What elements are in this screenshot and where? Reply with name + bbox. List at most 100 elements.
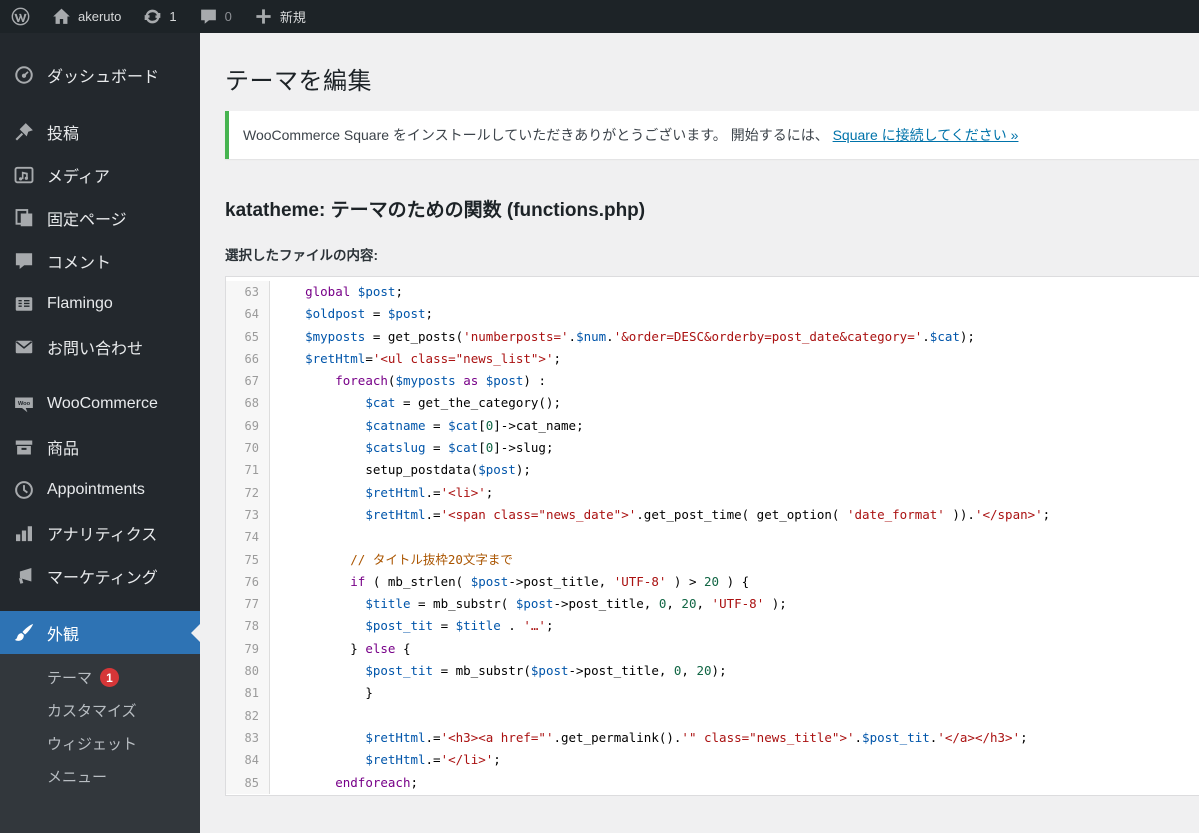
paintbrush-icon — [14, 623, 34, 643]
sidebar-item-pages[interactable]: 固定ページ — [0, 196, 200, 239]
site-name-menu[interactable]: akeruto — [41, 0, 132, 33]
submenu-item-customize[interactable]: カスタマイズ — [0, 694, 200, 727]
submenu-item-label: ウィジェット — [47, 736, 138, 753]
code-line-text: endforeach; — [335, 774, 419, 790]
sidebar-item-label: WooCommerce — [47, 394, 158, 412]
sidebar-item-appearance[interactable]: 外観 — [0, 611, 200, 654]
comment-icon — [14, 251, 34, 271]
new-content-menu[interactable]: 新規 — [243, 0, 317, 33]
sidebar-item-label: お問い合わせ — [47, 340, 144, 358]
sidebar-group-appointments: Appointments — [0, 468, 200, 511]
appearance-submenu: テーマ 1 カスタマイズウィジェットメニュー — [0, 654, 200, 833]
media-icon — [14, 165, 34, 185]
sidebar-item-label: Appointments — [47, 480, 145, 498]
code-line: 69 $catname = $cat[0]->cat_name; — [226, 414, 1199, 438]
new-content-label: 新規 — [279, 10, 306, 25]
sidebar-item-posts[interactable]: 投稿 — [0, 110, 200, 153]
pin-icon — [14, 122, 34, 142]
sidebar-group-comments: コメント — [0, 239, 200, 282]
sidebar-item-marketing[interactable]: マーケティング — [0, 554, 200, 597]
comments-menu[interactable]: 0 — [188, 0, 243, 33]
sidebar-group-dashboard: ダッシュボード — [0, 53, 200, 96]
sidebar-group-analytics: アナリティクス — [0, 511, 200, 554]
code-line: 82 — [226, 704, 1199, 727]
sidebar-item-woocommerce[interactable]: Woo WooCommerce — [0, 382, 200, 425]
sidebar-item-analytics[interactable]: アナリティクス — [0, 511, 200, 554]
sidebar-item-products[interactable]: 商品 — [0, 425, 200, 468]
line-number: 79 — [226, 637, 270, 661]
sidebar-group-marketing: マーケティング — [0, 554, 200, 597]
sidebar-item-label: Flamingo — [47, 294, 113, 312]
code-line-text: $post_tit = mb_substr($post->post_title,… — [365, 663, 727, 679]
megaphone-icon — [14, 566, 34, 586]
code-line-text — [270, 705, 275, 727]
update-icon — [143, 7, 162, 26]
line-number: 68 — [226, 392, 270, 415]
code-line-text: if ( mb_strlen( $post->post_title, 'UTF-… — [350, 573, 750, 589]
sidebar-group-posts: 投稿 — [0, 110, 200, 153]
line-number: 81 — [226, 682, 270, 705]
code-line-text: $catslug = $cat[0]->slug; — [365, 440, 554, 456]
submenu-item-themes[interactable]: テーマ 1 — [0, 661, 200, 694]
sidebar-item-contact[interactable]: お問い合わせ — [0, 325, 200, 368]
sidebar-group-appearance: 外観テーマ 1 カスタマイズウィジェットメニュー — [0, 611, 200, 833]
submenu-item-menus[interactable]: メニュー — [0, 760, 200, 793]
sidebar-item-label: マーケティング — [47, 569, 158, 587]
code-line: 83 $retHtml.='<h3><a href="'.get_permali… — [226, 726, 1199, 750]
code-line-text: foreach($myposts as $post) : — [335, 373, 546, 389]
code-editor[interactable]: 63 global $post; 64 $oldpost = $post; 65 $… — [225, 276, 1199, 796]
code-line: 65 $myposts = get_posts('numberposts='.$… — [226, 325, 1199, 348]
code-line-text: setup_postdata($post); — [365, 462, 531, 478]
code-line: 81 } — [226, 682, 1199, 705]
comments-count: 0 — [224, 9, 232, 24]
sidebar-item-appointments[interactable]: Appointments — [0, 468, 200, 511]
sidebar-item-label: 商品 — [47, 440, 80, 458]
code-line-text: $post_tit = $title . '…'; — [365, 618, 554, 634]
submenu-item-label: テーマ — [47, 670, 93, 687]
code-line: 75 // タイトル抜枠20文字まで — [226, 548, 1199, 571]
code-line-text: // タイトル抜枠20文字まで — [350, 551, 513, 567]
code-line: 74 — [226, 526, 1199, 549]
analytics-icon — [14, 523, 34, 543]
updates-menu[interactable]: 1 — [132, 0, 187, 33]
home-icon — [52, 7, 71, 26]
sidebar-item-label: コメント — [47, 254, 112, 272]
code-line-text: global $post; — [305, 284, 403, 299]
line-number: 65 — [226, 325, 270, 348]
sidebar-item-comments[interactable]: コメント — [0, 239, 200, 282]
menu-separator — [0, 368, 200, 382]
updates-count: 1 — [169, 9, 177, 24]
code-line-text: $retHtml.='</li>'; — [365, 752, 501, 768]
products-icon — [14, 437, 34, 457]
selected-file-label: 選択したファイルの内容: — [225, 248, 378, 263]
sidebar-item-flamingo[interactable]: Flamingo — [0, 282, 200, 325]
code-line-text: $myposts = get_posts('numberposts='.$num… — [305, 328, 975, 344]
line-number: 63 — [226, 281, 270, 304]
sidebar-item-media[interactable]: メディア — [0, 153, 200, 196]
plus-icon — [254, 7, 273, 26]
code-line: 79 } else { — [226, 637, 1199, 661]
code-line: 72 $retHtml.='<li>'; — [226, 481, 1199, 504]
sidebar-item-label: ダッシュボード — [47, 68, 160, 86]
code-line: 67 foreach($myposts as $post) : — [226, 370, 1199, 393]
line-number: 84 — [226, 749, 270, 772]
wordpress-logo-icon — [11, 7, 30, 26]
code-line: 66 $retHtml='<ul class="news_list">'; — [226, 347, 1199, 371]
sidebar-item-dashboard[interactable]: ダッシュボード — [0, 53, 200, 96]
menu-separator — [0, 597, 200, 611]
sidebar-item-label: メディア — [47, 168, 110, 186]
line-number: 71 — [226, 459, 270, 482]
notice-text: WooCommerce Square をインストールしていただきありがとうござい… — [243, 125, 1185, 145]
sidebar-item-label: 投稿 — [47, 125, 80, 143]
square-connect-link[interactable]: Square に接続してください » — [833, 127, 1019, 143]
code-line: 63 global $post; — [226, 281, 1199, 304]
wp-logo-menu[interactable] — [0, 0, 41, 33]
code-line-text: $retHtml='<ul class="news_list">'; — [305, 350, 562, 366]
clock-icon — [14, 480, 34, 500]
line-number: 77 — [226, 593, 270, 616]
submenu-item-widgets[interactable]: ウィジェット — [0, 727, 200, 760]
line-number: 72 — [226, 481, 270, 504]
line-number: 66 — [226, 347, 270, 371]
line-number: 74 — [226, 526, 270, 549]
file-heading: katatheme: テーマのための関数 (functions.php) — [225, 200, 646, 221]
